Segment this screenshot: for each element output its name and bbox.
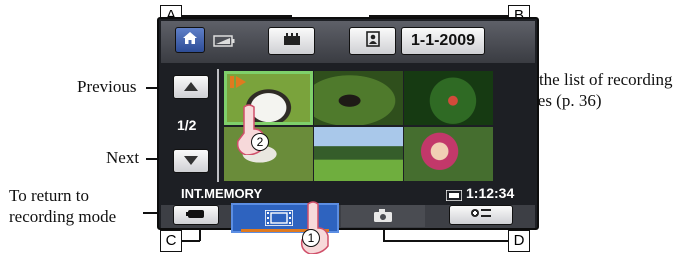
leader-d-horizontal (383, 240, 508, 242)
finger-pointer-thumbnail (232, 103, 266, 160)
annotation-next: Next (106, 148, 140, 167)
step-2-marker: 2 (251, 133, 269, 151)
label-c: C (160, 230, 182, 252)
camera-record-icon (186, 206, 206, 224)
film-duration-icon (445, 188, 463, 206)
date-list-button[interactable]: 1-1-2009 (401, 27, 485, 55)
label-d: D (508, 230, 530, 252)
thumbnail-dog-running[interactable] (314, 71, 403, 125)
duration-label: 1:12:34 (466, 185, 515, 201)
thumbnail-girl-playground[interactable] (404, 127, 493, 181)
film-strip-icon (264, 209, 294, 231)
event-view-icon (283, 32, 301, 51)
thumbnail-girl-flowers[interactable] (404, 71, 493, 125)
annotation-dates-line1: To the list of recording (517, 70, 673, 89)
top-bar: 1-1-2009 (161, 21, 535, 63)
home-icon (183, 31, 197, 49)
event-view-button[interactable] (268, 27, 315, 55)
next-page-button[interactable] (173, 149, 209, 173)
step-1-marker: 1 (302, 229, 320, 247)
option-menu-icon (470, 206, 492, 224)
date-label: 1-1-2009 (410, 32, 476, 49)
triangle-down-icon (184, 152, 198, 170)
triangle-up-icon (184, 78, 198, 96)
thumbnail-park-trees[interactable] (314, 127, 403, 181)
battery-icon (213, 34, 235, 52)
media-label: INT.MEMORY (181, 186, 263, 201)
annotation-previous: Previous (77, 77, 137, 96)
annotation-return-line2: recording mode (9, 207, 117, 226)
camcorder-screen: 1-1-2009 1/2 INT.MEMORY 1:12:34 (157, 17, 539, 233)
return-record-button[interactable] (173, 205, 219, 225)
page-indicator: 1/2 (177, 117, 197, 133)
annotation-return-line1: To return to (9, 186, 90, 205)
previous-page-button[interactable] (173, 75, 209, 99)
tab-photo[interactable] (341, 205, 425, 227)
face-index-button[interactable] (349, 27, 396, 55)
leader-c-horizontal (182, 240, 200, 242)
option-menu-button[interactable] (449, 205, 513, 225)
movie-play-icon (230, 75, 250, 93)
face-index-icon (365, 30, 380, 52)
photo-camera-icon (374, 209, 392, 227)
scroll-bar[interactable] (217, 69, 219, 182)
home-button[interactable] (175, 27, 205, 53)
